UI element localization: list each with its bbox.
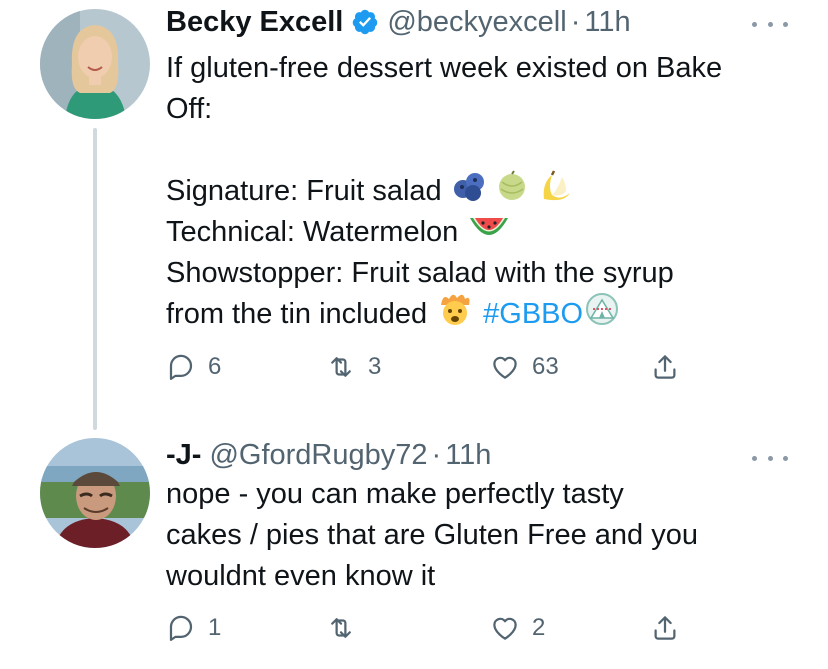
tweet-text: nope - you can make perfectly tasty cake… bbox=[166, 474, 806, 597]
reply-button[interactable]: 6 bbox=[166, 352, 221, 382]
reply-count: 1 bbox=[208, 614, 222, 641]
tweet-line: Signature: Fruit salad bbox=[166, 175, 442, 207]
more-icon[interactable] bbox=[752, 18, 788, 30]
tweet-actions: 6 3 63 bbox=[166, 352, 726, 386]
author-name[interactable]: -J- bbox=[166, 438, 201, 472]
timestamp[interactable]: 11h bbox=[445, 438, 491, 472]
timestamp[interactable]: 11h bbox=[584, 5, 630, 39]
reply-icon bbox=[169, 354, 193, 380]
watermelon-emoji bbox=[468, 212, 510, 254]
tweet-line: wouldnt even know it bbox=[166, 560, 436, 592]
tweet-line: nope - you can make perfectly tasty bbox=[166, 478, 624, 510]
retweet-button[interactable]: 3 bbox=[326, 352, 381, 382]
author-name[interactable]: Becky Excell bbox=[166, 5, 343, 39]
share-button[interactable] bbox=[650, 352, 680, 382]
tweet-line: from the tin included bbox=[166, 298, 428, 330]
like-button[interactable]: 63 bbox=[490, 352, 559, 382]
tweet-actions: 1 2 bbox=[166, 613, 726, 647]
share-button[interactable] bbox=[650, 613, 680, 643]
avatar-becky[interactable] bbox=[40, 9, 150, 119]
retweet-button[interactable] bbox=[326, 613, 368, 643]
hashtag-link[interactable]: #GBBO bbox=[483, 294, 583, 335]
heart-icon bbox=[493, 617, 517, 640]
like-count: 2 bbox=[532, 614, 546, 641]
avatar-gfordrugby[interactable] bbox=[40, 438, 150, 548]
tweet-line: cakes / pies that are Gluten Free and yo… bbox=[166, 519, 698, 551]
author-handle[interactable]: @GfordRugby72 bbox=[209, 438, 427, 472]
tent-emoji bbox=[585, 292, 619, 338]
exploding-head-emoji bbox=[437, 291, 473, 339]
tweet-header: Becky Excell @beckyexcell · 11h bbox=[166, 5, 631, 39]
tweet-line: If gluten-free dessert week existed on B… bbox=[166, 52, 723, 84]
blueberries-emoji bbox=[452, 170, 486, 214]
tweet-line: Off: bbox=[166, 93, 213, 125]
tweet-header: -J- @GfordRugby72 · 11h bbox=[166, 438, 491, 472]
like-count: 63 bbox=[532, 353, 559, 380]
retweet-icon bbox=[331, 618, 351, 638]
reply-count: 6 bbox=[208, 353, 222, 380]
tweet-line: Technical: Watermelon bbox=[166, 216, 459, 248]
retweet-icon bbox=[331, 357, 351, 377]
author-handle[interactable]: @beckyexcell bbox=[387, 5, 566, 39]
share-icon bbox=[654, 355, 676, 379]
tweet-1[interactable]: Becky Excell @beckyexcell · 11h If glute… bbox=[0, 0, 828, 430]
melon-emoji bbox=[496, 169, 528, 214]
tweet-2[interactable]: -J- @GfordRugby72 · 11h nope - you can m… bbox=[0, 430, 828, 669]
reply-button[interactable]: 1 bbox=[166, 613, 221, 643]
more-icon[interactable] bbox=[752, 452, 788, 464]
heart-icon bbox=[493, 356, 517, 379]
retweet-count: 3 bbox=[368, 353, 382, 380]
verified-badge-icon bbox=[351, 8, 379, 36]
separator: · bbox=[431, 439, 442, 471]
banana-emoji bbox=[538, 169, 574, 215]
like-button[interactable]: 2 bbox=[490, 613, 545, 643]
reply-icon bbox=[169, 615, 193, 641]
separator: · bbox=[570, 6, 581, 38]
share-icon bbox=[654, 616, 676, 640]
tweet-line: Showstopper: Fruit salad with the syrup bbox=[166, 257, 674, 289]
thread-line bbox=[93, 128, 97, 430]
tweet-text: If gluten-free dessert week existed on B… bbox=[166, 48, 806, 335]
